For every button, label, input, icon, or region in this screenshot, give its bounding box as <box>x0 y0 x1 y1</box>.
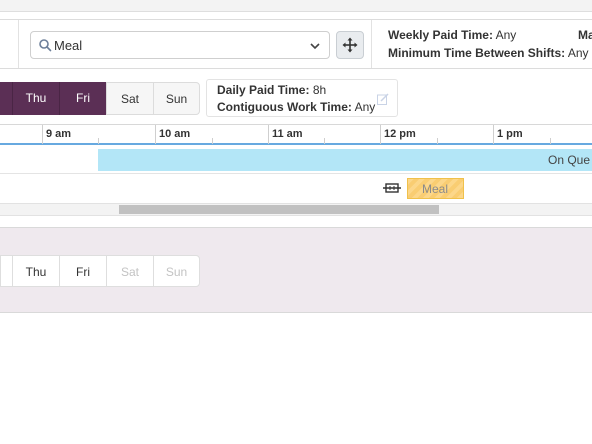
half-hour-tick <box>98 138 99 144</box>
hour-tick <box>493 125 494 144</box>
meal-label: Meal <box>422 182 449 196</box>
min-time-between-shifts: Minimum Time Between Shifts: Any <box>388 46 589 60</box>
day-label: Sat <box>120 92 139 106</box>
hour-label: 12 pm <box>384 128 416 140</box>
half-hour-tick <box>212 138 213 144</box>
panel-day-button-fri[interactable]: Fri <box>59 255 107 287</box>
day-label: Fri <box>76 265 90 279</box>
toolbar: Meal Weekly Paid Time: Any Minimum Time … <box>0 19 592 69</box>
truncated-summary-text: Ma <box>578 28 592 42</box>
day-button-wed[interactable] <box>0 82 12 115</box>
move-arrows-icon <box>342 37 358 53</box>
activity-select-value: Meal <box>54 38 83 53</box>
hour-label: 11 am <box>272 128 303 140</box>
edit-icon[interactable] <box>377 93 389 105</box>
day-button-sun[interactable]: Sun <box>153 82 200 115</box>
weekly-paid-time: Weekly Paid Time: Any <box>388 28 516 42</box>
day-label: Sat <box>120 265 139 279</box>
panel-day-button-thu[interactable]: Thu <box>12 255 60 287</box>
top-strip <box>0 0 592 12</box>
daily-paid-time-label: Daily Paid Time: <box>217 83 310 97</box>
min-time-between-shifts-label: Minimum Time Between Shifts: <box>388 46 566 60</box>
min-time-between-shifts-value: Any <box>567 46 589 60</box>
meal-block[interactable]: Meal <box>407 178 464 199</box>
day-label: Sun <box>165 92 188 106</box>
contiguous-work-time-label: Contiguous Work Time: <box>217 100 352 114</box>
hour-tick <box>42 125 43 144</box>
truncated-summary-label: Ma <box>578 28 592 42</box>
panel-day-button-sat[interactable]: Sat <box>106 255 154 287</box>
timeline-header: 9 am 10 am 11 am 12 pm 1 pm <box>0 124 592 145</box>
day-label: Fri <box>76 91 90 105</box>
activity-select[interactable]: Meal <box>30 31 330 59</box>
daily-paid-time: Daily Paid Time: 8h <box>217 83 326 97</box>
day-button-fri[interactable]: Fri <box>59 82 106 115</box>
hour-tick <box>155 125 156 144</box>
contiguous-work-time-value: Any <box>354 100 376 114</box>
day-info-box: Daily Paid Time: 8h Contiguous Work Time… <box>206 79 398 117</box>
day-button-thu[interactable]: Thu <box>12 82 59 115</box>
weekly-paid-time-value: Any <box>495 28 517 42</box>
toolbar-divider <box>18 20 19 68</box>
half-hour-tick <box>437 138 438 144</box>
hour-tick <box>268 125 269 144</box>
on-queue-block[interactable]: On Que <box>98 149 592 171</box>
move-button[interactable] <box>336 31 364 59</box>
chevron-down-icon <box>310 43 320 50</box>
hour-label: 10 am <box>159 128 191 140</box>
daily-paid-time-value: 8h <box>312 83 327 97</box>
hour-label: 9 am <box>46 128 72 140</box>
half-hour-tick <box>550 138 551 144</box>
half-hour-tick <box>324 138 325 144</box>
hour-tick <box>380 125 381 144</box>
day-button-sat[interactable]: Sat <box>106 82 154 115</box>
contiguous-work-time: Contiguous Work Time: Any <box>217 100 375 114</box>
hour-label: 1 pm <box>497 128 523 140</box>
resize-handle-icon[interactable] <box>383 182 401 194</box>
panel-day-button-sun[interactable]: Sun <box>153 255 200 287</box>
day-label: Thu <box>25 265 47 279</box>
search-icon <box>39 39 52 52</box>
day-label: Sun <box>165 265 188 279</box>
day-label: Thu <box>25 91 47 105</box>
toolbar-divider <box>371 20 372 68</box>
timeline-row <box>0 175 592 203</box>
on-queue-label: On Que <box>548 153 591 167</box>
weekly-paid-time-label: Weekly Paid Time: <box>388 28 493 42</box>
scrollbar-thumb[interactable] <box>119 205 439 214</box>
